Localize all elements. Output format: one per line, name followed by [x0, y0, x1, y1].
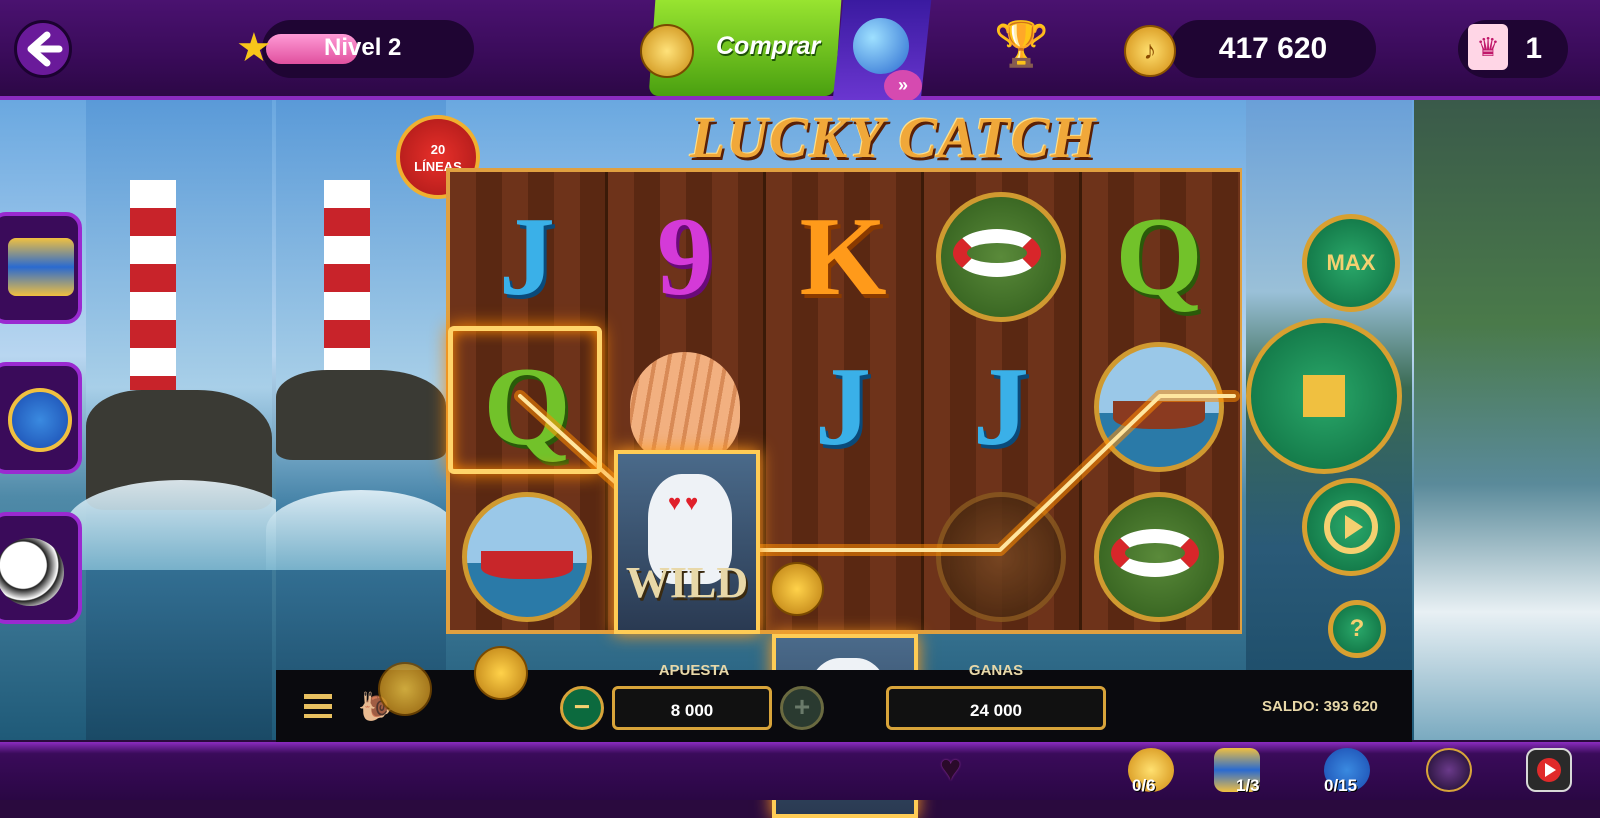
- stop-button[interactable]: [1246, 318, 1402, 474]
- winning-symbol-highlight: [448, 326, 602, 474]
- bet-increase-button[interactable]: +: [780, 686, 824, 730]
- chest-counter: 1/3: [1236, 776, 1260, 795]
- win-value: 24 000: [886, 686, 1106, 730]
- balance-text: SALDO: 393 620: [1262, 698, 1378, 715]
- coin-decor: [770, 562, 824, 616]
- menu-icon[interactable]: [304, 694, 332, 718]
- compass-counter: 0/15: [1324, 776, 1358, 795]
- stop-square-icon: [1303, 375, 1345, 417]
- coin-decor: [378, 662, 432, 716]
- locked-feature-icon[interactable]: [1426, 748, 1472, 792]
- play-icon: [1537, 758, 1561, 782]
- autoplay-icon: [1324, 500, 1378, 554]
- wild-symbol: ♥♥ WILD: [614, 450, 760, 634]
- bet-decrease-button[interactable]: −: [560, 686, 604, 730]
- bottom-control-bar: [276, 670, 1412, 742]
- video-reward-icon[interactable]: [1526, 748, 1572, 792]
- autoplay-button[interactable]: [1302, 478, 1400, 576]
- bet-label: APUESTA: [658, 662, 730, 679]
- heart-icon[interactable]: ♥: [940, 748, 961, 788]
- heart-eyes-icon: ♥♥: [668, 490, 703, 515]
- coins-counter: 0/6: [1132, 776, 1156, 795]
- coin-decor: [474, 646, 528, 700]
- bet-value: 8 000: [612, 686, 772, 730]
- win-label: GANAS: [968, 662, 1024, 679]
- help-button[interactable]: ?: [1328, 600, 1386, 658]
- max-bet-button[interactable]: MAX: [1302, 214, 1400, 312]
- wild-label: WILD: [625, 558, 749, 607]
